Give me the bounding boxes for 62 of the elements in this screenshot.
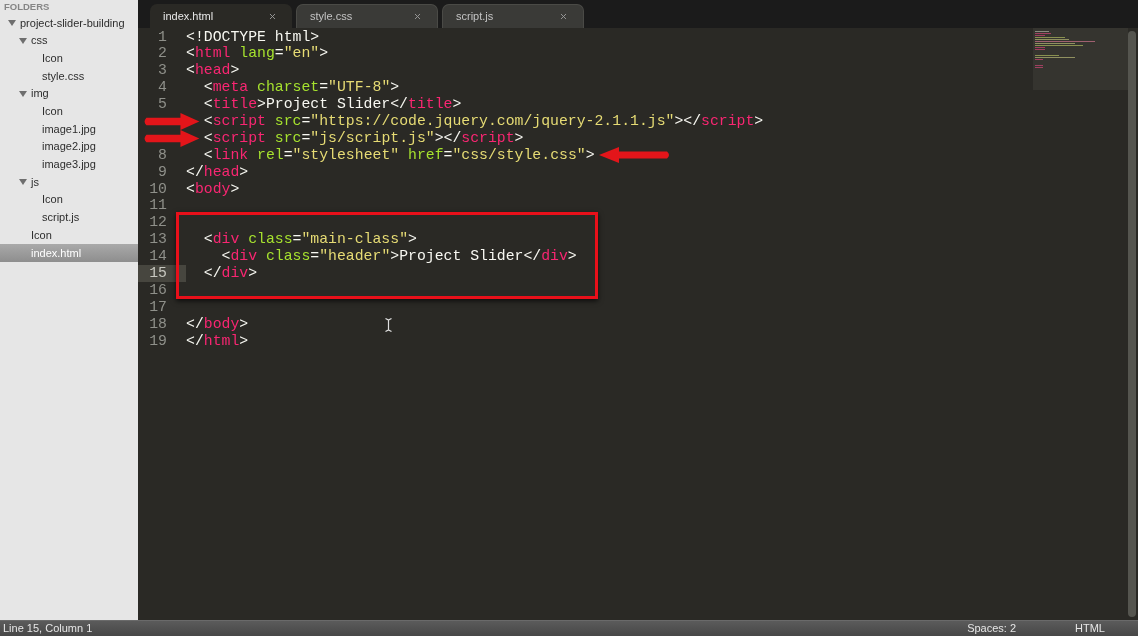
line-number: 16 xyxy=(148,281,168,299)
code-line: <!DOCTYPE html> xyxy=(186,28,320,46)
minimap-drawing[interactable] xyxy=(1033,28,1128,90)
text-cursor-icon xyxy=(385,318,392,332)
line-number: 11 xyxy=(148,197,168,215)
file-item[interactable]: image2.jpg xyxy=(0,137,138,156)
code-line: <meta charset="UTF-8"> xyxy=(202,79,400,97)
close-icon[interactable] xyxy=(268,11,277,21)
file-tab[interactable]: script.js xyxy=(442,4,584,28)
line-number: 15 xyxy=(138,264,186,282)
indentation-setting[interactable]: Spaces: 2 xyxy=(967,620,1017,636)
line-number: 17 xyxy=(148,298,168,316)
code-line: <div class="main-class"> xyxy=(202,231,417,249)
line-number: 8 xyxy=(157,146,168,164)
close-icon[interactable] xyxy=(413,12,422,21)
line-number: 3 xyxy=(157,62,168,80)
scrollbar-thumb[interactable] xyxy=(1128,31,1136,617)
file-item[interactable]: image1.jpg xyxy=(0,120,138,138)
code-line: <link rel="stylesheet" href="css/style.css"> xyxy=(202,146,595,164)
file-tab[interactable]: index.html xyxy=(150,4,292,28)
code-line: <div class="header">Project Slider</div> xyxy=(220,248,577,265)
folder-item[interactable]: project-slider-building xyxy=(0,14,138,32)
line-number: 1 xyxy=(157,28,168,46)
expanded-triangle-icon[interactable] xyxy=(19,89,27,98)
file-item[interactable]: Icon xyxy=(0,226,138,244)
line-number: 10 xyxy=(148,180,168,198)
file-item[interactable]: Icon xyxy=(0,49,138,68)
code-line: <title>Project Slider</title> xyxy=(202,96,462,113)
cursor-position: Line 15, Column 1 xyxy=(3,621,93,636)
file-item[interactable]: style.css xyxy=(0,67,138,85)
file-item[interactable]: script.js xyxy=(0,208,138,227)
expanded-triangle-icon[interactable] xyxy=(19,36,27,45)
file-item[interactable]: Icon xyxy=(0,102,138,121)
line-number: 12 xyxy=(148,214,168,232)
close-icon[interactable] xyxy=(559,12,568,21)
code-line: <html lang="en"> xyxy=(186,45,329,63)
line-number: 13 xyxy=(148,231,168,249)
line-number: 9 xyxy=(157,163,168,181)
expanded-triangle-icon[interactable] xyxy=(19,178,27,187)
folder-item[interactable]: js xyxy=(0,173,138,191)
file-item[interactable]: Icon xyxy=(0,190,138,209)
code-line: <head> xyxy=(186,62,240,80)
syntax-mode[interactable]: HTML xyxy=(1075,620,1105,636)
line-number: 2 xyxy=(157,45,168,63)
line-number: 14 xyxy=(148,248,168,265)
line-number: 19 xyxy=(148,332,168,350)
folder-item[interactable]: css xyxy=(0,31,138,50)
code-line: </head> xyxy=(186,163,249,181)
file-tab[interactable]: style.css xyxy=(296,4,438,28)
code-line: </div> xyxy=(202,264,258,282)
line-number: 18 xyxy=(148,315,168,333)
code-line: </body> xyxy=(186,315,249,333)
folder-item[interactable]: img xyxy=(0,84,138,103)
code-line: </html> xyxy=(186,332,249,350)
line-number: 5 xyxy=(157,96,168,113)
file-item[interactable]: image3.jpg xyxy=(0,155,138,174)
code-line: <script src="js/script.js"></script> xyxy=(202,129,524,147)
code-line: <body> xyxy=(186,180,240,198)
sidebar-header: FOLDERS xyxy=(4,1,50,13)
code-line: <script src="https://code.jquery.com/jquery-2.1.1.js"></script> xyxy=(202,112,764,130)
expanded-triangle-icon[interactable] xyxy=(8,18,16,27)
line-number: 4 xyxy=(157,79,168,97)
